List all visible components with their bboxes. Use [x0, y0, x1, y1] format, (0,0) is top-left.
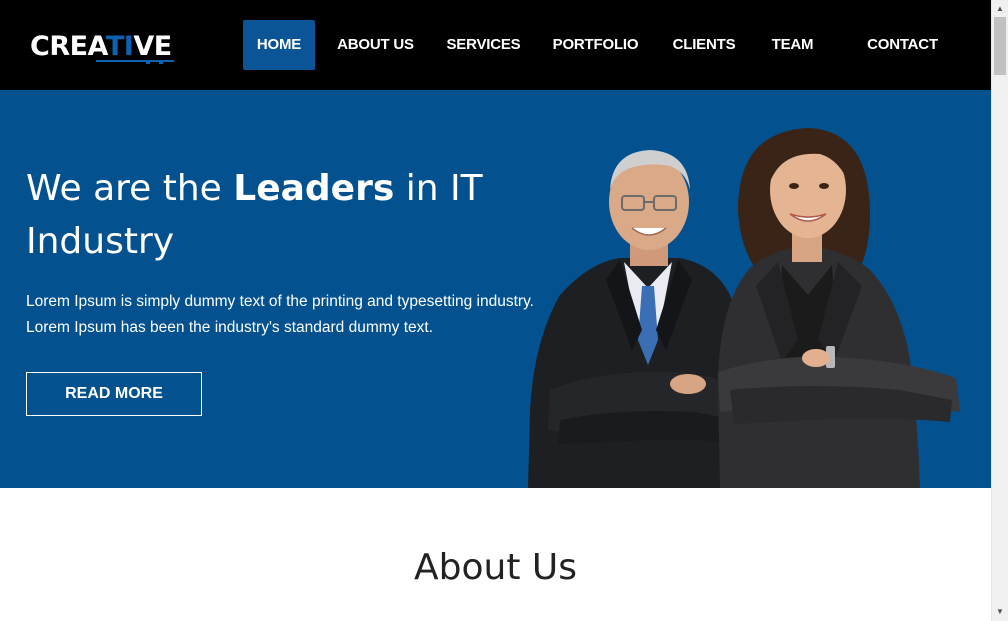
- triangle-down-icon[interactable]: ▼: [992, 603, 1008, 620]
- logo[interactable]: CREATIVE: [30, 30, 174, 70]
- nav-item-clients[interactable]: CLIENTS: [665, 20, 743, 70]
- page: CREATIVE HOME ABOUT US SERVICES PORTFOLI…: [0, 0, 1008, 621]
- hero-banner: We are the Leaders in IT Industry Lorem …: [0, 90, 991, 488]
- hero-title-bold: Leaders: [233, 168, 395, 209]
- logo-accent: TI: [105, 31, 134, 62]
- nav-item-about-us[interactable]: ABOUT US: [330, 20, 421, 70]
- logo-prefix: CREA: [30, 31, 106, 62]
- hero-desc-line1: Lorem Ipsum is simply dummy text of the …: [26, 293, 534, 310]
- nav-item-services[interactable]: SERVICES: [440, 20, 527, 70]
- nav-item-portfolio[interactable]: PORTFOLIO: [546, 20, 645, 70]
- logo-text: CREATIVE: [30, 30, 172, 64]
- about-section: About Us: [0, 488, 991, 621]
- about-title: About Us: [414, 547, 577, 588]
- nav-item-team[interactable]: TEAM: [763, 20, 822, 70]
- logo-dot: [146, 60, 150, 64]
- scrollbar-thumb[interactable]: [994, 17, 1006, 75]
- logo-suffix: VE: [133, 31, 172, 62]
- woman-figure: [718, 128, 960, 488]
- man-figure: [528, 150, 752, 488]
- nav-item-contact[interactable]: CONTACT: [860, 20, 945, 70]
- read-more-button[interactable]: READ MORE: [26, 372, 202, 416]
- hero-description: Lorem Ipsum is simply dummy text of the …: [26, 289, 586, 341]
- nav-item-home[interactable]: HOME: [243, 20, 315, 70]
- triangle-up-icon[interactable]: ▲: [992, 0, 1008, 17]
- hero-title-part1: We are the: [26, 168, 234, 209]
- viewport: CREATIVE HOME ABOUT US SERVICES PORTFOLI…: [0, 0, 991, 621]
- hero-people-image: [528, 128, 960, 488]
- hero-desc-line2: Lorem Ipsum has been the industry's stan…: [26, 319, 434, 336]
- logo-dot: [159, 60, 163, 64]
- navbar: CREATIVE HOME ABOUT US SERVICES PORTFOLI…: [0, 0, 991, 90]
- hero-title: We are the Leaders in IT Industry: [26, 162, 546, 268]
- vertical-scrollbar[interactable]: ▲ ▼: [991, 0, 1008, 621]
